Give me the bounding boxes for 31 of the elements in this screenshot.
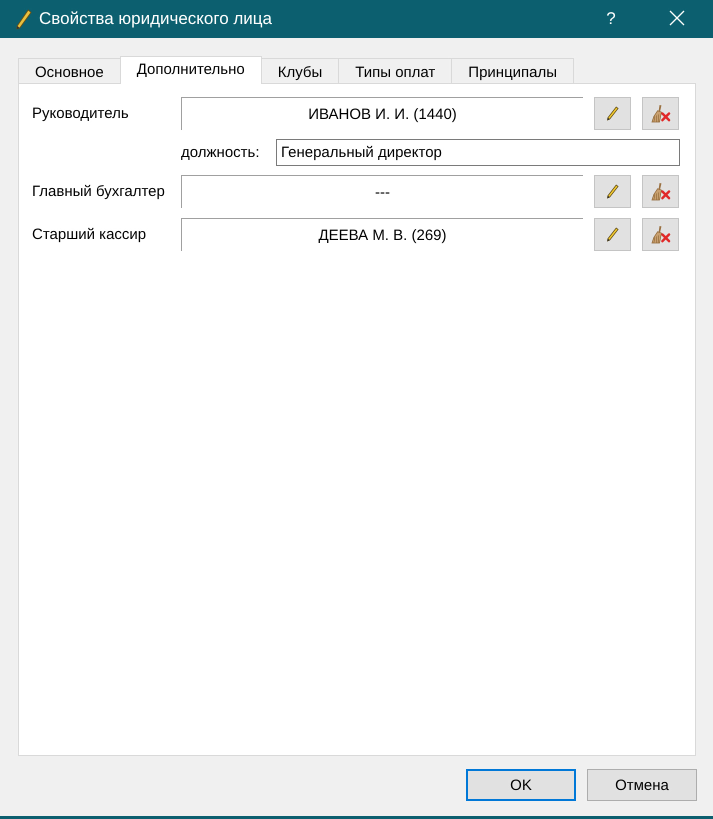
window-title: Свойства юридического лица (39, 9, 272, 29)
tab[interactable]: Основное (18, 58, 121, 83)
clear-button[interactable] (642, 218, 679, 251)
close-button[interactable] (669, 10, 687, 28)
tab[interactable]: Принципалы (451, 58, 574, 83)
edit-button[interactable] (594, 175, 631, 208)
pencil-icon (606, 227, 619, 242)
pencil-icon (606, 184, 619, 199)
dialog-button[interactable]: Отмена (587, 769, 697, 801)
dialog-button[interactable]: OK (466, 769, 576, 801)
edit-button[interactable] (594, 97, 631, 130)
field-label: Старший кассир (32, 226, 148, 243)
clear-button[interactable] (642, 97, 679, 130)
tab[interactable]: Клубы (260, 58, 340, 83)
pencil-icon (15, 8, 32, 30)
pencil-icon (606, 106, 619, 121)
value-field: --- (181, 175, 583, 208)
value-field: ДЕЕВА М. В. (269) (181, 218, 583, 251)
field-label: Главный бухгалтер (32, 183, 166, 200)
position-label: должность: (181, 144, 261, 161)
position-field[interactable]: Генеральный директор (276, 139, 680, 166)
field-label: Руководитель (32, 105, 130, 122)
clear-button[interactable] (642, 175, 679, 208)
tab[interactable]: Дополнительно (120, 56, 262, 84)
help-button[interactable]: ? (601, 9, 621, 29)
edit-button[interactable] (594, 218, 631, 251)
broom-icon (650, 182, 671, 201)
close-icon (669, 10, 685, 26)
broom-icon (650, 104, 671, 123)
value-field: ИВАНОВ И. И. (1440) (181, 97, 583, 130)
broom-icon (650, 225, 671, 244)
